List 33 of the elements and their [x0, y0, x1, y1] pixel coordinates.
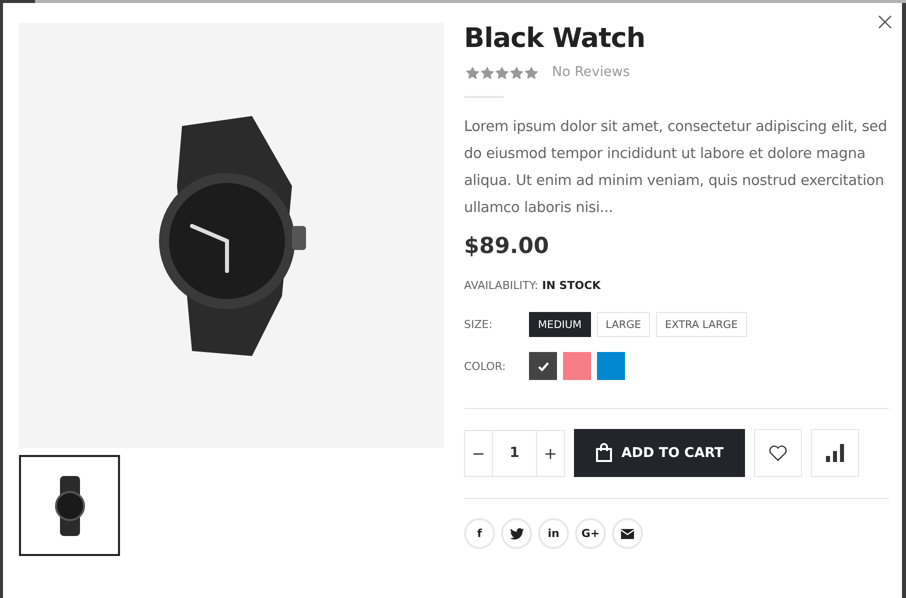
share-button[interactable] — [501, 518, 532, 549]
close-icon[interactable] — [878, 15, 892, 29]
quantity-field[interactable]: 1 — [493, 430, 536, 476]
stars-icon — [464, 66, 540, 78]
color-swatch[interactable] — [563, 352, 591, 380]
envelope-icon — [621, 528, 634, 538]
shopping-bag-icon — [595, 443, 614, 463]
bird-icon — [510, 528, 524, 540]
decrease-button[interactable]: − — [464, 430, 493, 476]
heart-icon — [768, 444, 788, 462]
thumbnail[interactable] — [19, 455, 120, 556]
social-link[interactable]: G+ — [575, 518, 606, 549]
size-option[interactable]: MEDIUM — [529, 312, 591, 337]
size-option[interactable]: EXTRA LARGE — [656, 312, 747, 337]
social-link[interactable]: f — [464, 518, 495, 549]
increase-button[interactable]: + — [536, 430, 565, 476]
share-button[interactable] — [612, 518, 643, 549]
color-swatch[interactable] — [597, 352, 625, 380]
size-option[interactable]: LARGE — [596, 312, 650, 337]
bar-chart-icon — [826, 444, 844, 462]
product-title: Black Watch — [464, 23, 646, 54]
availability-label: AVAILABILITY: — [464, 279, 538, 292]
social-link[interactable]: in — [538, 518, 569, 549]
product-price: $89.00 — [464, 234, 550, 259]
compare-button[interactable] — [811, 429, 859, 477]
color-label: COLOR: — [464, 360, 507, 372]
add-to-cart-button[interactable]: ADD TO CART — [574, 429, 745, 477]
availability-status: IN STOCK — [542, 279, 601, 292]
color-swatch[interactable] — [529, 352, 557, 380]
wishlist-button[interactable] — [754, 429, 802, 477]
size-label: SIZE: — [464, 318, 494, 331]
check-icon — [538, 362, 548, 370]
product-description: Lorem ipsum dolor sit amet, consectetur adipiscing elit, sed do eiusmod tempor incididunt ut labore et dolore magna aliqua. Ut enim ad minim veniam, quis nostrud exercitation ullamco laboris nisi... — [464, 118, 888, 218]
